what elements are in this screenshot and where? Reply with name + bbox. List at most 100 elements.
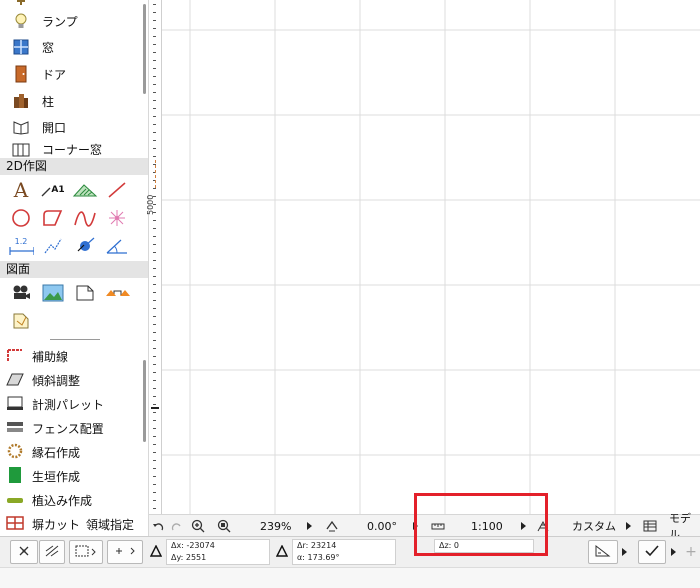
zoom-menu-arrow[interactable] <box>307 515 312 537</box>
floor-plan-canvas[interactable] <box>162 0 700 514</box>
coordinate-box-z[interactable]: Δz: 0 <box>434 539 534 553</box>
model-view-icon-button[interactable] <box>643 515 657 537</box>
special-snap-button[interactable] <box>107 540 143 564</box>
panel-divider <box>50 339 100 340</box>
toolbox-item-planting[interactable]: 植込み作成 <box>6 489 92 511</box>
ruler-tick <box>153 364 156 365</box>
worksheet-tool-icon[interactable] <box>72 281 98 305</box>
toolbox-item-label: 開口 <box>42 120 67 135</box>
undo-icon <box>151 519 165 533</box>
confirm-button[interactable] <box>638 540 666 564</box>
toolbox-item-hedge[interactable]: 生垣作成 <box>6 465 80 487</box>
ruler-tick <box>153 484 156 485</box>
section-2d-header[interactable]: 2D作図 <box>0 158 148 175</box>
zoom-level[interactable]: 239% <box>260 515 291 537</box>
snap-grid-button[interactable] <box>39 540 65 564</box>
toolbox-item-wall-cut[interactable]: 塀カット 領域指定 <box>6 513 134 535</box>
delta-x-value: Δx: -23074 <box>171 541 215 550</box>
circle-tool-icon[interactable] <box>8 206 34 230</box>
rotation-icon-button[interactable] <box>325 515 339 537</box>
section-line-icon[interactable] <box>104 281 130 305</box>
zoom-in-button[interactable] <box>191 515 205 537</box>
toolbox-item-lamp[interactable]: ランプ <box>0 8 140 34</box>
redo-zoom-button[interactable] <box>169 515 183 537</box>
toolbox-item-column[interactable]: 柱 <box>0 88 140 114</box>
dimension-tool-icon[interactable]: 1.2 <box>8 234 34 258</box>
toolbox-item-label: ランプ <box>42 14 78 29</box>
scale-menu-arrow[interactable] <box>521 515 526 537</box>
planting-icon <box>6 491 24 510</box>
ruler-tick <box>153 332 156 333</box>
toolbox-item-window[interactable]: 窓 <box>0 34 140 60</box>
guide-toggle-button[interactable] <box>588 540 618 564</box>
toolbox-item-measure-palette[interactable]: 計測パレット <box>6 393 104 415</box>
text-tool-icon[interactable]: A <box>8 178 34 202</box>
grid-toggle-button[interactable] <box>69 540 103 564</box>
ruler-tick <box>153 380 156 381</box>
lamp-icon <box>10 11 32 31</box>
structure-display-icon-button[interactable] <box>536 515 550 537</box>
toolbox-item-opening[interactable]: 開口 <box>0 114 140 140</box>
window-icon <box>10 37 32 57</box>
model-view-options[interactable]: モデル <box>669 512 700 541</box>
coordinate-box-polar[interactable]: Δr: 23214 α: 173.69° <box>292 539 396 565</box>
undo-zoom-button[interactable] <box>151 515 165 537</box>
ruler-tick <box>153 68 156 69</box>
toolbox-lower-scrollbar[interactable] <box>143 360 146 442</box>
zoom-in-icon <box>191 519 205 533</box>
archicad-window: ランプ 窓 ドア 柱 開口 コーナー窓 2D作図 A A1 1.2 図面 補助線… <box>0 0 700 588</box>
rotation-menu-arrow[interactable] <box>413 515 418 537</box>
coordinate-box-xy[interactable]: Δx: -23074 Δy: 2551 <box>166 539 270 565</box>
line-tool-icon[interactable] <box>104 178 130 202</box>
snap-point-button[interactable] <box>10 540 38 564</box>
ruler-tick <box>153 52 156 53</box>
vertical-ruler <box>149 0 162 514</box>
radial-dimension-icon[interactable] <box>72 234 98 258</box>
ruler-tick <box>153 388 156 389</box>
toolbox-item-label: 柱 <box>42 94 55 109</box>
grid-toggle-icon <box>74 544 98 561</box>
toolbox-scrollbar[interactable] <box>143 4 146 94</box>
ruler-tick <box>153 412 156 413</box>
camera-tool-icon[interactable] <box>8 281 34 305</box>
section-drawing-header[interactable]: 図面 <box>0 261 148 278</box>
structure-menu-arrow[interactable] <box>626 515 631 537</box>
spline-tool-icon[interactable] <box>72 206 98 230</box>
label-tool-icon[interactable]: A1 <box>40 178 66 202</box>
angle-dimension-icon[interactable] <box>104 234 130 258</box>
toolbox-item-fence[interactable]: フェンス配置 <box>6 417 104 439</box>
polyline-tool-icon[interactable] <box>40 206 66 230</box>
ruler-tick <box>153 492 156 493</box>
level-dimension-icon[interactable] <box>40 234 66 258</box>
add-button[interactable]: + <box>682 540 700 564</box>
guide-menu-arrow[interactable] <box>619 540 629 564</box>
drawing-scale[interactable]: 1:100 <box>471 515 503 537</box>
fill-tool-icon[interactable] <box>72 178 98 202</box>
toolbox-item-door[interactable]: ドア <box>0 61 140 87</box>
ruler-tick <box>153 372 156 373</box>
rotation-angle[interactable]: 0.00° <box>367 515 397 537</box>
figure-tool-icon[interactable] <box>40 281 66 305</box>
change-tool-icon[interactable] <box>8 309 34 333</box>
ruler-tick <box>153 156 156 157</box>
toolbox-item-guide-line[interactable]: 補助線 <box>6 345 68 367</box>
zoom-fit-button[interactable] <box>217 515 231 537</box>
ruler-tick <box>153 116 156 117</box>
column-icon <box>10 91 32 111</box>
ruler-tick <box>153 444 156 445</box>
arrow-right-icon <box>626 522 631 530</box>
triangle-ruler-icon <box>594 544 612 561</box>
confirm-menu-arrow[interactable] <box>668 540 678 564</box>
structure-display[interactable]: カスタム <box>572 515 616 537</box>
ruler-tick <box>153 452 156 453</box>
label-tool-glyph: A1 <box>51 185 65 195</box>
toolbox-item-slope-adjust[interactable]: 傾斜調整 <box>6 369 80 391</box>
region-select-label[interactable]: 領域指定 <box>86 516 134 533</box>
ruler-tick <box>153 100 156 101</box>
toolbox-item-corner-window[interactable]: コーナー窓 <box>0 140 140 158</box>
ruler-tick <box>153 436 156 437</box>
tools-drawing-grid <box>8 281 138 333</box>
toolbox-item-curb[interactable]: 縁石作成 <box>6 441 80 463</box>
hotspot-tool-icon[interactable] <box>104 206 130 230</box>
scale-icon-button[interactable] <box>431 515 445 537</box>
